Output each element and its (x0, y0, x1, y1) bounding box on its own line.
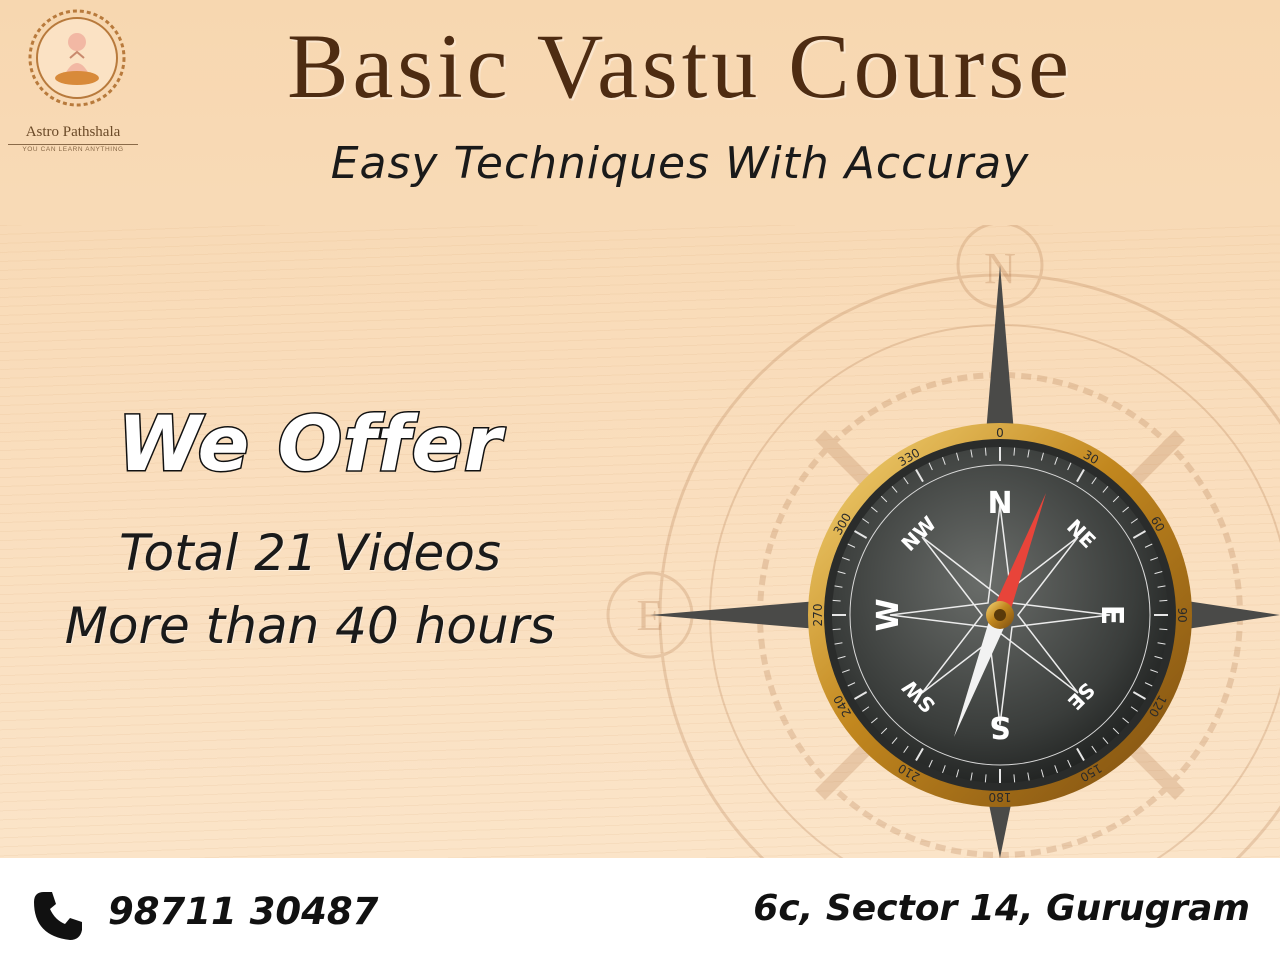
phone-icon (34, 892, 82, 940)
banner-background: Astro Pathshala YOU CAN LEARN ANYTHING B… (0, 0, 1280, 858)
direction-label: W (871, 598, 906, 631)
degree-label: 180 (989, 790, 1012, 804)
compass-illustration: N E 0306090120150180210240270300330 NNEE… (606, 225, 1280, 858)
direction-label: E (1094, 605, 1129, 626)
degree-tick (1159, 628, 1168, 631)
course-subtitle: Easy Techniques With Accuray (330, 138, 1030, 189)
brand-tagline: YOU CAN LEARN ANYTHING (8, 144, 138, 153)
offer-videos: Total 21 Videos (119, 524, 501, 582)
course-title: Basic Vastu Course (287, 15, 1073, 117)
degree-label: 90 (1175, 607, 1189, 622)
brand-name: Astro Pathshala (25, 124, 121, 140)
offer-hours: More than 40 hours (64, 597, 556, 655)
address: 6c, Sector 14, Gurugram (753, 888, 1250, 929)
phone-number[interactable]: 98711 30487 (108, 888, 378, 936)
degree-tick (984, 447, 987, 456)
offer-heading: We Offer (116, 398, 503, 489)
direction-label: N (987, 486, 1012, 521)
degree-tick (1013, 447, 1016, 456)
brand-logo: Astro Pathshala YOU CAN LEARN ANYTHING (8, 6, 138, 154)
degree-tick (832, 628, 841, 631)
direction-label: S (989, 709, 1011, 744)
meditating-figure-icon (28, 9, 126, 107)
degree-tick (984, 774, 987, 783)
degree-tick (1013, 774, 1016, 783)
degree-label: 0 (996, 426, 1004, 440)
degree-tick (832, 599, 841, 602)
degree-label: 270 (811, 604, 825, 627)
degree-tick (1159, 599, 1168, 602)
